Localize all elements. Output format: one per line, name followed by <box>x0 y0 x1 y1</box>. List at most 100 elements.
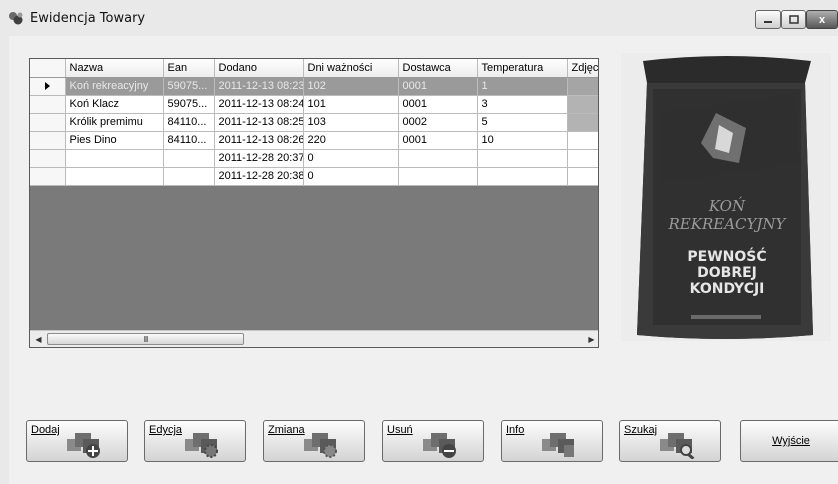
column-header-dostawca[interactable]: Dostawca <box>398 59 478 78</box>
cell-dodano[interactable]: 2011-12-13 08:24 <box>214 95 304 114</box>
svg-text:PEWNOŚĆ: PEWNOŚĆ <box>687 247 766 265</box>
column-header-dni-waznosci[interactable]: Dni ważności <box>303 59 399 78</box>
cell-dostawca[interactable]: 0001 <box>398 95 478 114</box>
app-icon <box>9 12 23 25</box>
scroll-left-arrow-icon[interactable]: ◀ <box>30 331 47 347</box>
szukaj-label: Szukaj <box>624 424 658 436</box>
column-header-nazwa[interactable]: Nazwa <box>65 59 164 78</box>
product-grid[interactable]: Nazwa Ean Dodano Dni ważności Dostawca T… <box>29 58 599 348</box>
search-boxes-icon <box>660 433 695 459</box>
scroll-right-arrow-icon[interactable]: ▶ <box>583 331 598 347</box>
row-header[interactable] <box>30 113 66 132</box>
cell-nazwa[interactable]: Koń Klacz <box>65 95 164 114</box>
dodaj-label: Dodaj <box>31 424 60 436</box>
cell-temperatura[interactable] <box>477 167 568 186</box>
edycja-label: Edycja <box>149 424 183 436</box>
cell-zdjecie[interactable] <box>567 167 598 186</box>
cell-nazwa[interactable]: Koń rekreacyjny <box>65 77 164 96</box>
current-row-arrow-icon <box>44 82 50 91</box>
row-header[interactable] <box>30 167 66 186</box>
cell-temperatura[interactable]: 5 <box>477 113 568 132</box>
cell-dni-waznosci[interactable]: 101 <box>303 95 399 114</box>
close-button[interactable]: x <box>806 10 838 29</box>
column-header-temperatura[interactable]: Temperatura <box>477 59 568 78</box>
cell-zdjecie[interactable] <box>567 149 598 168</box>
cell-ean[interactable] <box>163 167 215 186</box>
cell-dostawca[interactable] <box>398 149 478 168</box>
delete-boxes-icon <box>423 433 456 458</box>
cell-temperatura[interactable]: 3 <box>477 95 568 114</box>
row-header[interactable] <box>30 131 66 150</box>
table-row[interactable]: Królik premimu 84110... 2011-12-13 08:25… <box>30 113 598 132</box>
cell-dni-waznosci[interactable]: 0 <box>303 149 399 168</box>
row-header-corner <box>30 59 66 78</box>
usun-label: Usuń <box>387 424 413 436</box>
cell-dni-waznosci[interactable]: 0 <box>303 167 399 186</box>
wyjscie-button[interactable]: Wyjście <box>740 420 838 462</box>
cell-zdjecie[interactable] <box>567 131 598 150</box>
cell-ean[interactable]: 59075... <box>163 95 215 114</box>
table-row[interactable]: Koń Klacz 59075... 2011-12-13 08:24 101 … <box>30 95 598 114</box>
cell-dodano[interactable]: 2011-12-28 20:37 <box>214 149 304 168</box>
cell-dostawca[interactable] <box>398 167 478 186</box>
close-icon: x <box>818 13 826 26</box>
product-photo: KOŃ REKREACYJNY PEWNOŚĆ DOBREJ KONDYCJI <box>637 56 813 339</box>
cell-zdjecie[interactable] <box>567 77 598 96</box>
cell-ean[interactable]: 59075... <box>163 77 215 96</box>
wyjscie-label: Wyjście <box>772 435 810 447</box>
cell-dostawca[interactable]: 0001 <box>398 131 478 150</box>
table-row[interactable]: 2011-12-28 20:38 0 <box>30 167 598 186</box>
cell-ean[interactable] <box>163 149 215 168</box>
column-header-zdjecie[interactable]: Zdjęcie <box>567 59 598 78</box>
cell-dodano[interactable]: 2011-12-13 08:23 <box>214 77 304 96</box>
cell-dostawca[interactable]: 0002 <box>398 113 478 132</box>
cell-nazwa[interactable] <box>65 149 164 168</box>
column-header-ean[interactable]: Ean <box>163 59 215 78</box>
column-header-dodano[interactable]: Dodano <box>214 59 304 78</box>
cell-dni-waznosci[interactable]: 102 <box>303 77 399 96</box>
cell-dni-waznosci[interactable]: 103 <box>303 113 399 132</box>
table-row[interactable]: Koń rekreacyjny 59075... 2011-12-13 08:2… <box>30 77 598 96</box>
product-slogan: PEWNOŚĆ DOBREJ KONDYCJI <box>687 247 766 297</box>
dodaj-button[interactable]: Dodaj <box>26 420 128 462</box>
cell-temperatura[interactable]: 1 <box>477 77 568 96</box>
cell-ean[interactable]: 84110... <box>163 131 215 150</box>
minimize-button[interactable] <box>755 10 781 29</box>
scroll-thumb[interactable]: III <box>47 333 244 345</box>
table-row[interactable]: 2011-12-28 20:37 0 <box>30 149 598 168</box>
cell-temperatura[interactable] <box>477 149 568 168</box>
cell-ean[interactable]: 84110... <box>163 113 215 132</box>
cell-dostawca[interactable]: 0001 <box>398 77 478 96</box>
grid-table: Nazwa Ean Dodano Dni ważności Dostawca T… <box>30 59 598 186</box>
usun-button[interactable]: Usuń <box>382 420 484 462</box>
szukaj-button[interactable]: Szukaj <box>619 420 721 462</box>
cell-temperatura[interactable]: 10 <box>477 131 568 150</box>
row-header[interactable] <box>30 95 66 114</box>
info-boxes-icon <box>542 433 574 457</box>
table-row[interactable]: Pies Dino 84110... 2011-12-13 08:26 220 … <box>30 131 598 150</box>
row-header-current[interactable] <box>30 77 66 96</box>
minimize-icon <box>764 20 772 23</box>
cell-zdjecie[interactable] <box>567 113 598 132</box>
cell-dodano[interactable]: 2011-12-28 20:38 <box>214 167 304 186</box>
horizontal-scrollbar[interactable]: ◀ III ▶ <box>30 330 598 347</box>
info-button[interactable]: Info <box>501 420 603 462</box>
cell-nazwa[interactable] <box>65 167 164 186</box>
info-label: Info <box>506 424 525 436</box>
cell-dodano[interactable]: 2011-12-13 08:26 <box>214 131 304 150</box>
product-photo-frame: KOŃ REKREACYJNY PEWNOŚĆ DOBREJ KONDYCJI <box>621 53 831 341</box>
cell-nazwa[interactable]: Królik premimu <box>65 113 164 132</box>
row-header[interactable] <box>30 149 66 168</box>
edycja-button[interactable]: Edycja <box>144 420 246 462</box>
add-boxes-icon <box>67 433 100 458</box>
svg-text:KONDYCJI: KONDYCJI <box>690 281 765 297</box>
cell-dni-waznosci[interactable]: 220 <box>303 131 399 150</box>
edit-boxes-icon <box>185 433 218 458</box>
zmiana-button[interactable]: Zmiana <box>263 420 365 462</box>
cell-dodano[interactable]: 2011-12-13 08:25 <box>214 113 304 132</box>
cell-nazwa[interactable]: Pies Dino <box>65 131 164 150</box>
change-boxes-icon <box>304 433 337 458</box>
cell-zdjecie[interactable] <box>567 95 598 114</box>
grid-header-row: Nazwa Ean Dodano Dni ważności Dostawca T… <box>30 59 598 78</box>
maximize-button[interactable] <box>781 10 806 29</box>
